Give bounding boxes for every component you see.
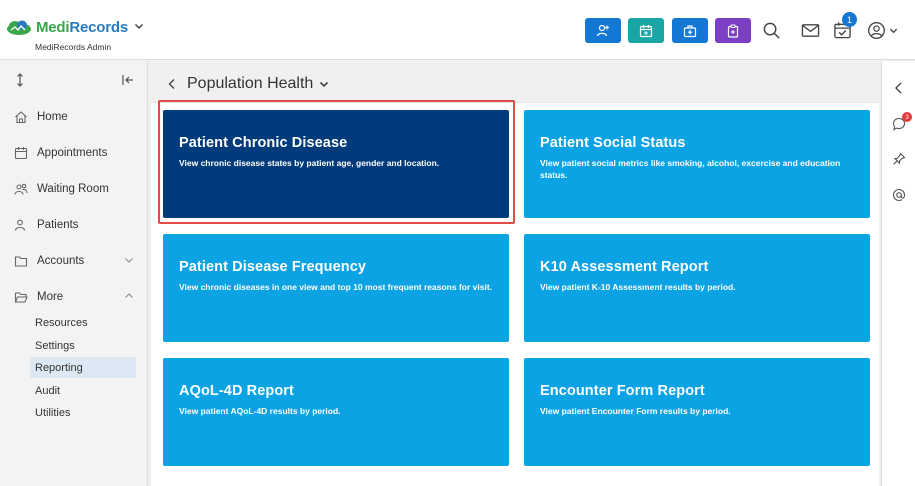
folder-open-icon — [14, 292, 28, 303]
clipboard-icon — [727, 24, 739, 38]
sidebar: Home Appointments Waiting Room Patients … — [0, 61, 148, 486]
brand-logo[interactable]: MediRecords — [6, 19, 144, 36]
chevron-left-icon[interactable] — [166, 78, 178, 90]
page-title: Population Health — [187, 75, 314, 92]
report-card-encounter-form[interactable]: Encounter Form Report View patient Encou… — [524, 358, 870, 466]
add-patient-button[interactable] — [585, 18, 621, 43]
messages-button[interactable] — [799, 18, 821, 42]
card-title: AQoL-4D Report — [179, 383, 294, 399]
sidebar-item-more[interactable]: More — [0, 285, 148, 309]
clipboard-button[interactable] — [715, 18, 751, 43]
sidebar-item-label: Appointments — [37, 147, 108, 159]
sidebar-subitem-settings[interactable]: Settings — [30, 335, 136, 356]
report-card-patient-disease-frequency[interactable]: Patient Disease Frequency View chronic d… — [163, 234, 509, 342]
sidebar-item-home[interactable]: Home — [0, 105, 148, 129]
cloud-logo-icon — [7, 20, 31, 35]
sidebar-item-label: Waiting Room — [37, 183, 109, 195]
report-card-aqol-4d[interactable]: AQoL-4D Report View patient AQoL-4D resu… — [163, 358, 509, 466]
chevron-down-icon — [125, 258, 133, 263]
folder-icon — [14, 256, 28, 267]
chevron-down-icon[interactable] — [134, 21, 144, 34]
sidebar-subitem-reporting[interactable]: Reporting — [30, 357, 136, 378]
sidebar-item-patients[interactable]: Patients — [0, 213, 148, 237]
card-description: View patient social metrics like smoking… — [540, 158, 841, 180]
right-rail: 3 — [881, 61, 915, 486]
page-header: Population Health — [166, 75, 329, 93]
selection-highlight — [158, 100, 515, 224]
search-button[interactable] — [760, 18, 782, 42]
user-icon — [14, 219, 26, 231]
home-icon — [15, 111, 27, 124]
sidebar-item-label: Home — [37, 111, 68, 123]
card-description: View chronic diseases in one view and to… — [179, 282, 493, 292]
sidebar-item-waiting-room[interactable]: Waiting Room — [0, 177, 148, 201]
report-card-patient-social-status[interactable]: Patient Social Status View patient socia… — [524, 110, 870, 218]
medical-kit-button[interactable] — [672, 18, 708, 43]
report-card-k10-assessment[interactable]: K10 Assessment Report View patient K-10 … — [524, 234, 870, 342]
card-title: Patient Disease Frequency — [179, 259, 367, 275]
sidebar-subitem-utilities[interactable]: Utilities — [30, 402, 136, 423]
chevron-left-icon[interactable] — [892, 81, 906, 95]
app-header: MediRecords MediRecords Admin 1 — [0, 0, 915, 60]
sidebar-item-accounts[interactable]: Accounts — [0, 249, 148, 273]
resize-vertical-icon[interactable] — [13, 73, 27, 87]
add-patient-icon — [596, 24, 609, 36]
people-icon — [14, 183, 28, 195]
search-icon — [763, 22, 780, 39]
collapse-sidebar-icon[interactable] — [121, 73, 135, 87]
brand-subtitle: MediRecords Admin — [35, 42, 112, 52]
sidebar-subitem-audit[interactable]: Audit — [30, 380, 136, 401]
brand-name: MediRecords — [36, 19, 128, 36]
card-description: View patient AQoL-4D results by period. — [179, 406, 341, 416]
sidebar-item-label: Patients — [37, 219, 79, 231]
medical-kit-icon — [683, 24, 697, 37]
sidebar-item-label: More — [37, 291, 64, 303]
sidebar-controls — [13, 73, 135, 87]
tasks-badge: 1 — [842, 12, 857, 27]
card-description: View patient Encounter Form results by p… — [540, 406, 731, 416]
sidebar-item-appointments[interactable]: Appointments — [0, 141, 148, 165]
card-title: K10 Assessment Report — [540, 259, 709, 275]
sidebar-item-label: Accounts — [37, 255, 85, 267]
at-mention-icon[interactable] — [892, 188, 906, 202]
mail-icon — [801, 23, 819, 37]
chevron-down-icon — [889, 28, 897, 33]
chevron-down-icon[interactable] — [319, 79, 329, 89]
calendar-icon — [14, 147, 28, 160]
notification-badge: 3 — [902, 112, 912, 122]
chevron-up-icon — [125, 293, 133, 298]
pin-icon[interactable] — [892, 152, 906, 166]
user-menu-button[interactable] — [862, 18, 902, 42]
card-title: Patient Social Status — [540, 135, 686, 151]
calendar-icon — [639, 24, 653, 37]
card-description: View patient K-10 Assessment results by … — [540, 282, 736, 292]
appointment-button[interactable] — [628, 18, 664, 43]
card-title: Encounter Form Report — [540, 383, 705, 399]
sidebar-subitem-resources[interactable]: Resources — [30, 312, 136, 333]
user-avatar-icon — [867, 21, 885, 39]
